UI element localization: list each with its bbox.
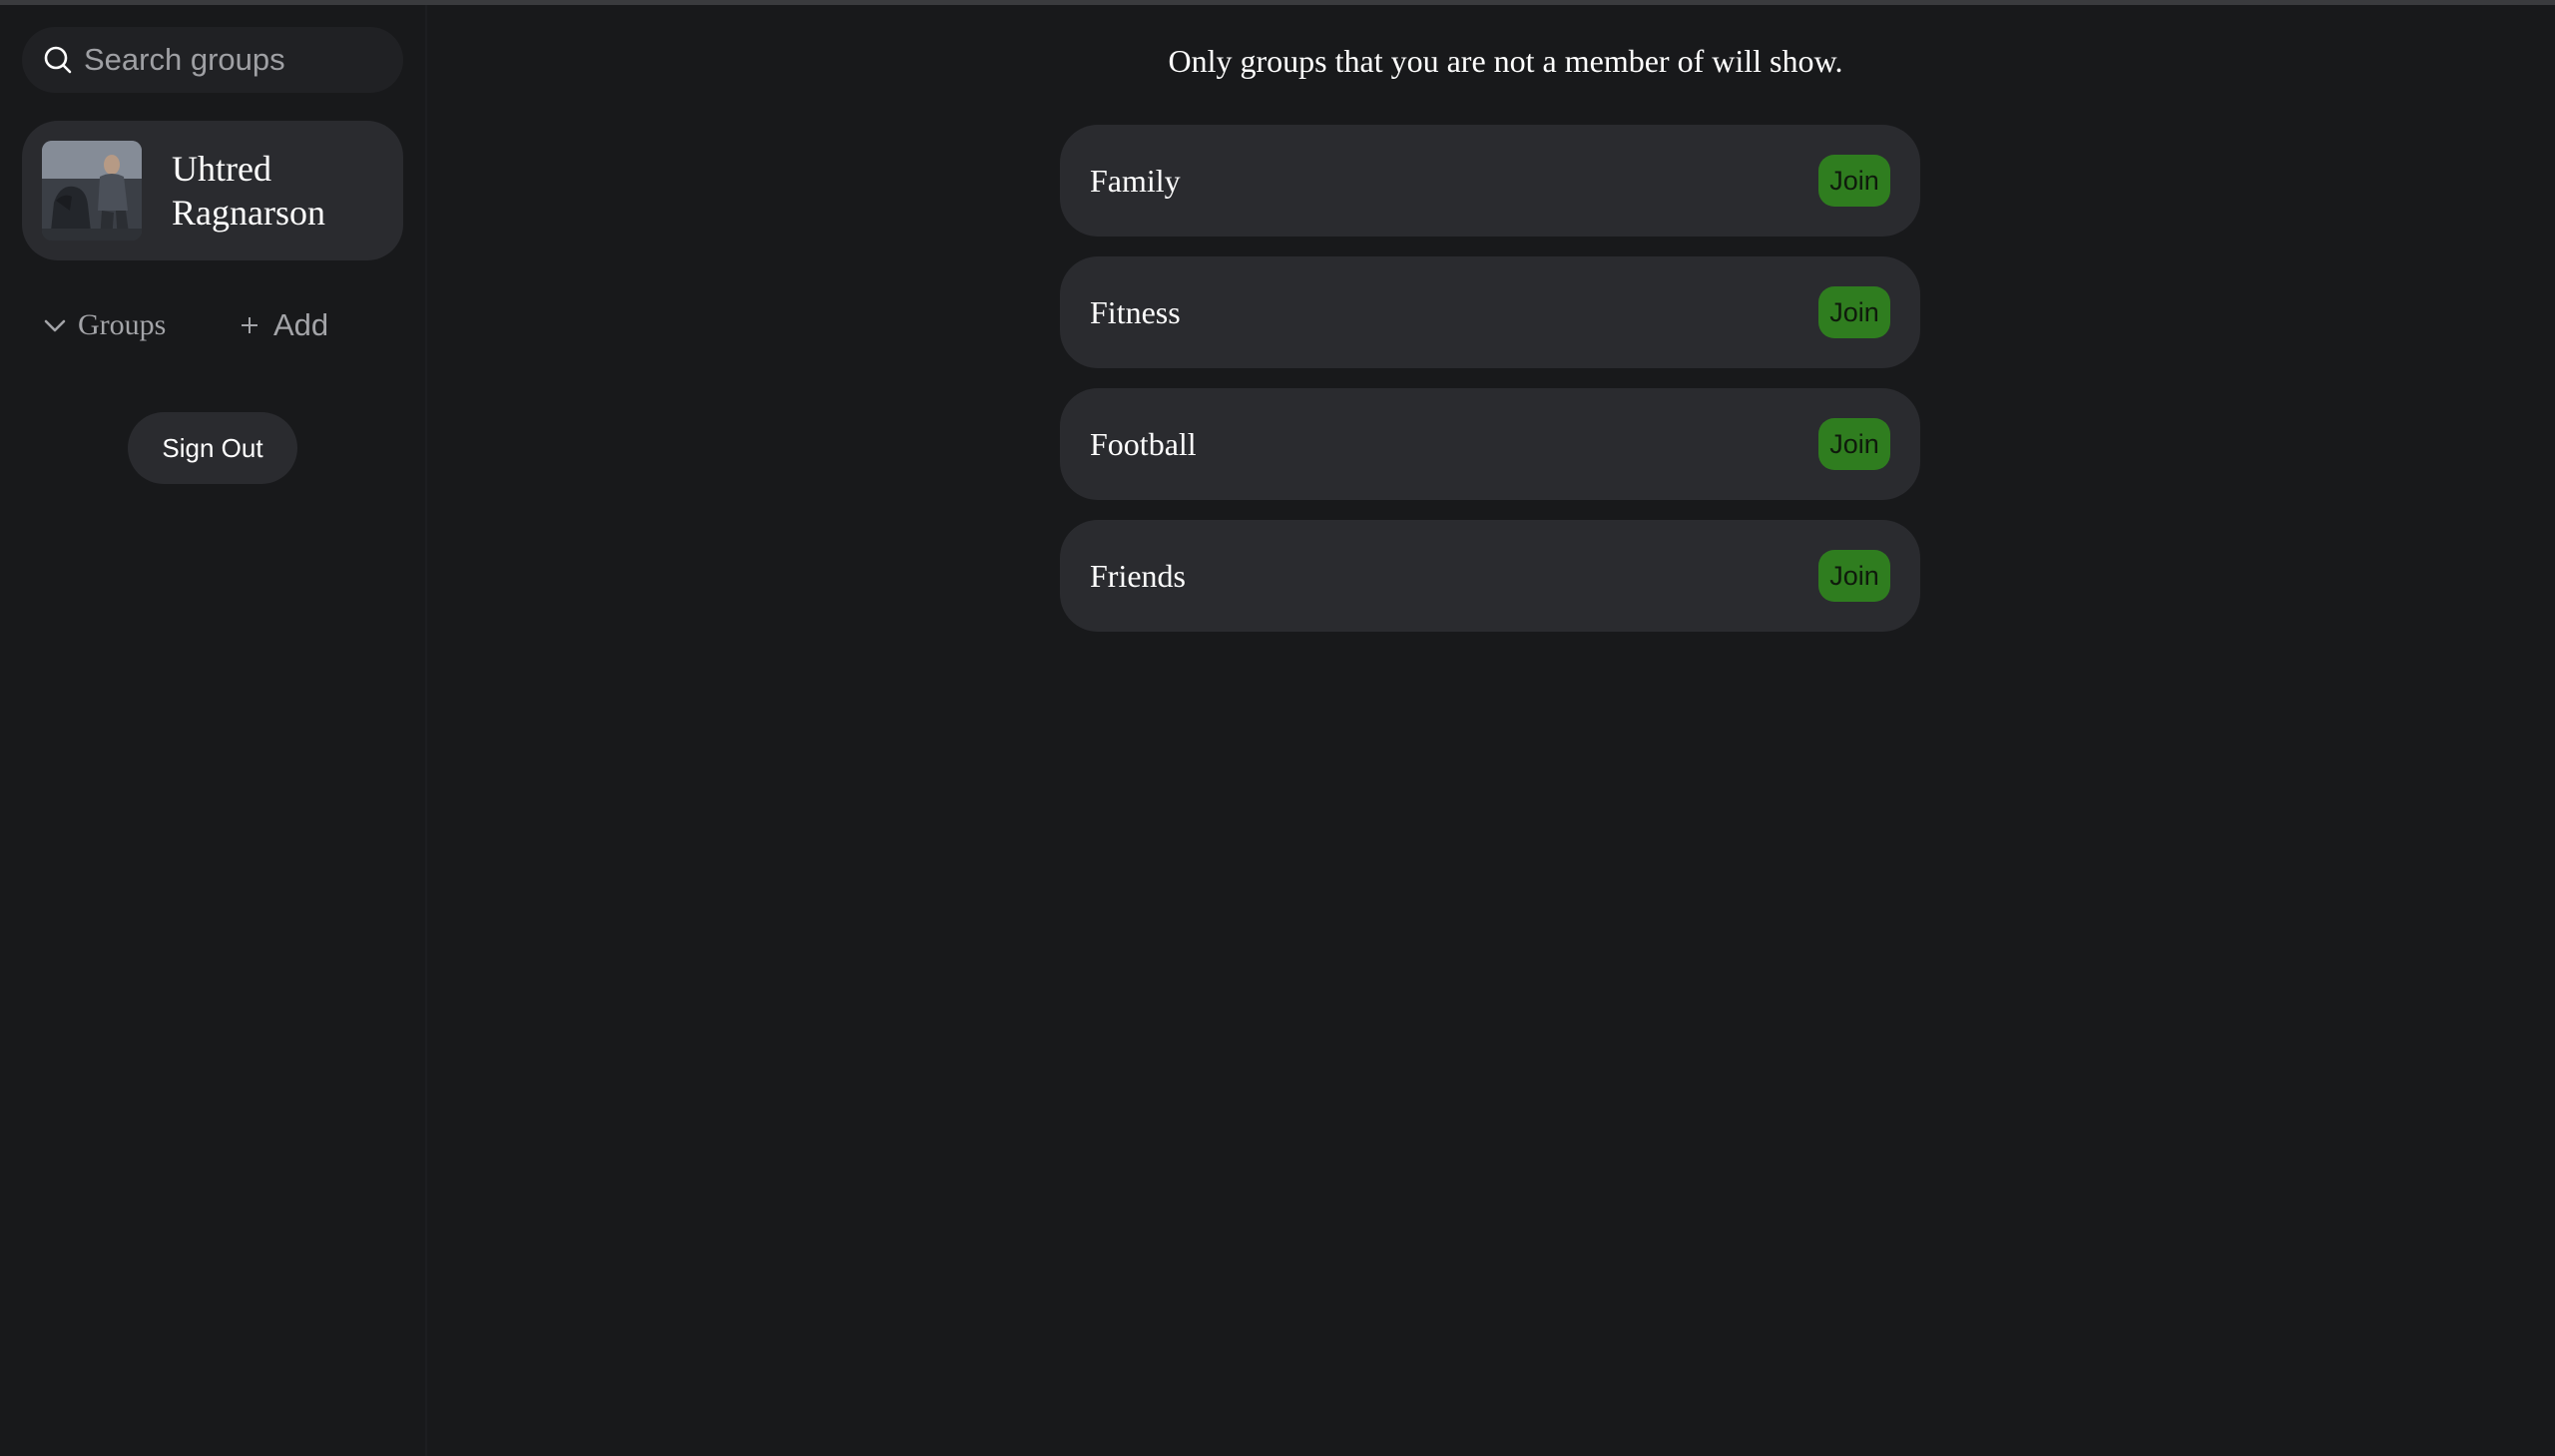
group-card: Friends Join: [1060, 520, 1920, 632]
groups-row: Groups Add: [40, 300, 328, 350]
search-box[interactable]: [22, 27, 403, 93]
group-card: Football Join: [1060, 388, 1920, 500]
group-card: Family Join: [1060, 125, 1920, 237]
profile-name: Uhtred Ragnarson: [172, 149, 325, 233]
group-list: Family Join Fitness Join Football Join F…: [1060, 125, 1920, 632]
sign-out-button[interactable]: Sign Out: [128, 412, 297, 484]
chevron-down-icon: [40, 310, 70, 340]
notice-text: Only groups that you are not a member of…: [1168, 43, 1843, 79]
search-icon: [42, 44, 74, 76]
join-button[interactable]: Join: [1818, 550, 1890, 602]
join-button[interactable]: Join: [1818, 286, 1890, 338]
join-button[interactable]: Join: [1818, 155, 1890, 207]
group-name: Football: [1090, 425, 1197, 462]
add-group-button[interactable]: Add: [236, 307, 328, 343]
add-label: Add: [273, 307, 329, 342]
sidebar: Uhtred Ragnarson Groups Add Sign Out: [0, 5, 427, 1456]
groups-label: Groups: [78, 308, 167, 341]
avatar: [42, 141, 142, 241]
main-content: Only groups that you are not a member of…: [429, 5, 2555, 1456]
plus-icon: [236, 311, 263, 339]
join-button[interactable]: Join: [1818, 418, 1890, 470]
profile-card[interactable]: Uhtred Ragnarson: [22, 121, 403, 260]
groups-toggle[interactable]: Groups: [40, 308, 166, 342]
group-name: Friends: [1090, 557, 1186, 594]
group-card: Fitness Join: [1060, 256, 1920, 368]
group-name: Fitness: [1090, 293, 1181, 330]
group-name: Family: [1090, 162, 1181, 199]
search-input[interactable]: [84, 42, 383, 78]
